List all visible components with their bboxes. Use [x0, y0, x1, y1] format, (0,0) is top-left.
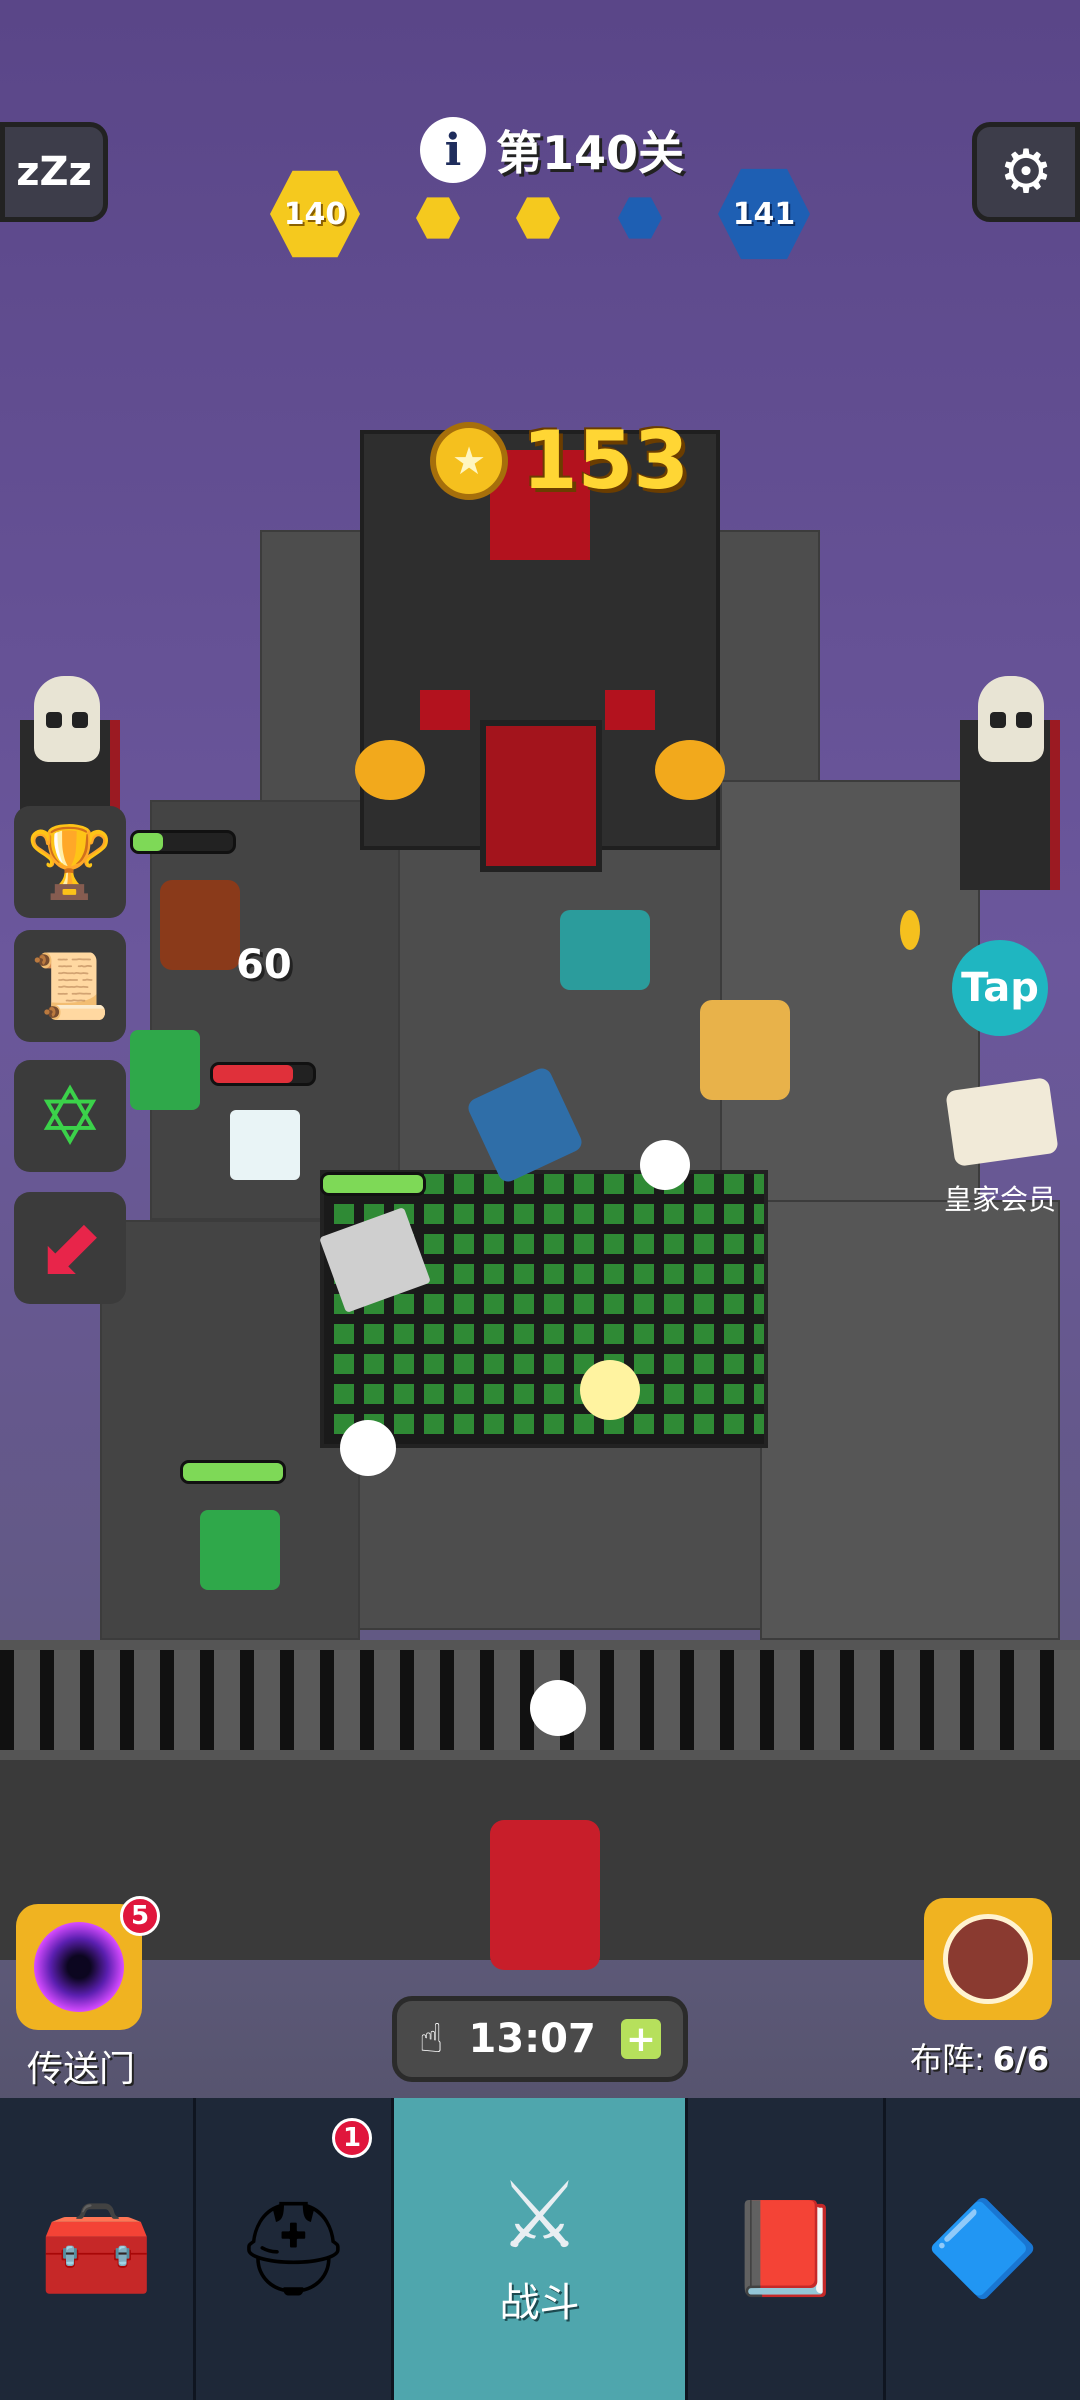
brazier-fire — [655, 740, 725, 800]
coin-counter: ★ 153 — [430, 414, 689, 507]
skull-statue-right — [978, 676, 1044, 762]
skull-statue-left — [34, 676, 100, 762]
vip-card-icon[interactable] — [945, 1077, 1059, 1167]
idle-timer[interactable]: ☝ 13:07 + — [392, 1996, 688, 2082]
sleep-button[interactable]: zZz — [0, 122, 108, 222]
coin-drop — [900, 910, 920, 950]
viking-helmet-icon: ⛑ — [235, 2195, 352, 2302]
hp-bar — [320, 1172, 426, 1196]
nav-item-chest[interactable]: 🧰 — [0, 2098, 196, 2400]
coin-value: 153 — [522, 414, 689, 507]
heroes-badge: 1 — [332, 2118, 372, 2158]
knight-enemy[interactable] — [700, 1000, 790, 1100]
gear-icon: ⚙ — [999, 137, 1053, 207]
green-archer-hero[interactable] — [200, 1510, 280, 1590]
damage-number: 60 — [236, 942, 292, 988]
sleep-icon: zZz — [16, 149, 92, 195]
portal-label: 传送门 — [26, 2049, 135, 2090]
portal-badge: 5 — [120, 1896, 160, 1936]
formation-label: 布阵: 6/6 — [910, 2034, 1049, 2080]
portal-icon — [34, 1922, 124, 2012]
fireball — [530, 1680, 586, 1736]
leaderboard-button[interactable]: 🏆 — [14, 806, 126, 918]
enemy-warrior[interactable] — [160, 880, 240, 970]
leaderboard-icon: 🏆 — [26, 820, 114, 903]
timer-value: 13:07 — [468, 2016, 596, 2062]
spellbook-icon: 📕 — [728, 2195, 843, 2302]
amulet-icon: 🔷 — [925, 2195, 1041, 2302]
hp-bar — [180, 1460, 286, 1484]
red-demon-hero[interactable] — [490, 1820, 600, 1970]
nav-item-amulet[interactable]: 🔷 — [886, 2098, 1080, 2400]
arrow-button[interactable]: ⬋ — [14, 1192, 126, 1304]
bottom-nav: 🧰 ⛑ 1 ⚔ 战斗 📕 🔷 — [0, 2098, 1080, 2400]
green-hero[interactable] — [130, 1030, 200, 1110]
level-title: 第140关 — [496, 126, 685, 180]
hand-tap-icon: ☝ — [419, 2016, 444, 2062]
hexagram-icon: ✡ — [36, 1069, 104, 1163]
hp-bar — [210, 1062, 316, 1086]
ice-hero[interactable] — [230, 1110, 300, 1180]
treasure-chest-icon: 🧰 — [39, 2195, 154, 2302]
formation-value: 6/6 — [992, 2040, 1050, 2078]
info-icon[interactable]: i — [420, 117, 486, 183]
settings-button[interactable]: ⚙ — [972, 122, 1080, 222]
hexagram-button[interactable]: ✡ — [14, 1060, 126, 1172]
add-time-button[interactable]: + — [621, 2019, 661, 2060]
hp-bar — [130, 830, 236, 854]
hero-avatar-icon — [943, 1914, 1033, 2004]
fireball — [340, 1420, 396, 1476]
fireball — [580, 1360, 640, 1420]
spiked-beast-enemy[interactable] — [560, 910, 650, 990]
scroll-icon: 📜 — [30, 949, 110, 1024]
castle-banner — [420, 690, 470, 730]
scroll-button[interactable]: 📜 — [14, 930, 126, 1042]
nav-item-battle[interactable]: ⚔ 战斗 — [394, 2098, 688, 2400]
castle-door — [480, 720, 602, 872]
formation-text: 布阵: — [910, 2040, 985, 2078]
arrow-icon: ⬋ — [36, 1201, 104, 1295]
level-header: i 第140关 — [420, 112, 684, 188]
board-tile — [760, 1200, 1060, 1640]
formation-button[interactable] — [924, 1898, 1052, 2020]
brazier-fire — [355, 740, 425, 800]
fireball — [640, 1140, 690, 1190]
nav-battle-label: 战斗 — [499, 2280, 580, 2326]
castle-banner — [605, 690, 655, 730]
coin-icon: ★ — [430, 421, 508, 500]
tap-button[interactable]: Tap — [952, 940, 1048, 1036]
nav-item-spellbook[interactable]: 📕 — [688, 2098, 886, 2400]
crossed-swords-icon: ⚔ — [498, 2162, 581, 2269]
nav-item-heroes[interactable]: ⛑ 1 — [196, 2098, 394, 2400]
vip-label[interactable]: 皇家会员 — [920, 1178, 1080, 1218]
